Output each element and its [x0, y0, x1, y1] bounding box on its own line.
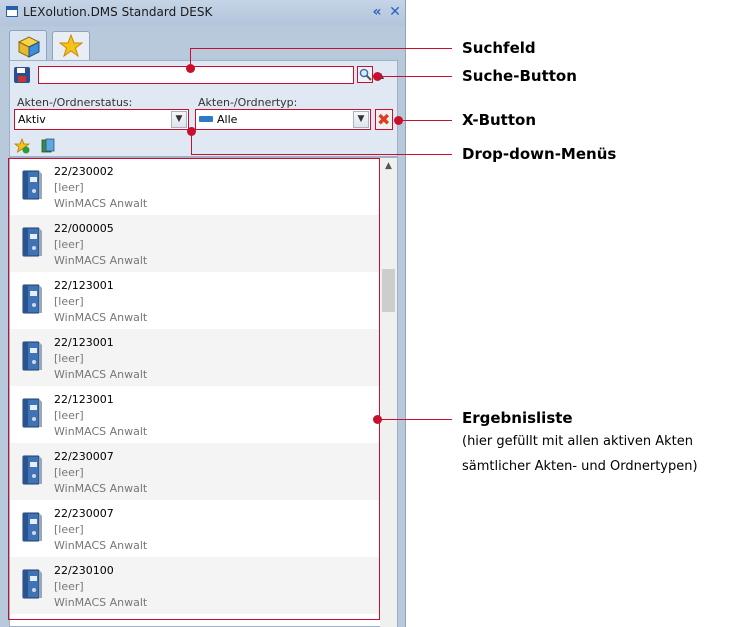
- file-description: [leer]: [54, 409, 84, 422]
- window-icon: [6, 6, 18, 17]
- annotation-ergebnisliste: Ergebnisliste: [462, 409, 573, 427]
- file-description: [leer]: [54, 580, 84, 593]
- binder-icon: [22, 284, 42, 314]
- binder-icon: [22, 227, 42, 257]
- suche-button-line: [377, 76, 452, 77]
- double-chevron-left-icon[interactable]: «: [369, 4, 385, 20]
- type-label: Akten-/Ordnertyp:: [198, 96, 298, 109]
- file-description: [leer]: [54, 352, 84, 365]
- file-number: 22/230007: [54, 450, 114, 463]
- type-value: Alle: [217, 113, 238, 126]
- status-value: Aktiv: [18, 113, 46, 126]
- ergebnisliste-line: [377, 419, 452, 420]
- list-item[interactable]: 22/230007 [leer] WinMACS Anwalt: [10, 443, 381, 500]
- scroll-up-arrow-icon[interactable]: ▲: [380, 158, 397, 175]
- dms-window: LEXolution.DMS Standard DESK « ✕ ▲ Akten…: [0, 0, 406, 627]
- file-number: 22/123001: [54, 336, 114, 349]
- tab-favorites[interactable]: [52, 31, 90, 60]
- binder-icon: [22, 341, 42, 371]
- chevron-down-icon[interactable]: ▼: [353, 111, 369, 128]
- list-item[interactable]: 22/123001 [leer] WinMACS Anwalt: [10, 386, 381, 443]
- close-icon[interactable]: ✕: [387, 4, 403, 20]
- tab-files[interactable]: [9, 30, 47, 61]
- type-color-icon: [199, 116, 213, 122]
- search-button[interactable]: [357, 66, 373, 83]
- suchfeld-line-h: [190, 48, 452, 49]
- window-title: LEXolution.DMS Standard DESK: [23, 5, 213, 19]
- annotation-note-line2: sämtlicher Akten- und Ordnertypen): [462, 459, 698, 474]
- refresh-files-icon[interactable]: [40, 138, 56, 154]
- save-icon[interactable]: [14, 67, 30, 83]
- file-source: WinMACS Anwalt: [54, 254, 148, 267]
- file-description: [leer]: [54, 523, 84, 536]
- file-description: [leer]: [54, 295, 84, 308]
- binder-icon: [22, 569, 42, 599]
- file-number: 22/230007: [54, 507, 114, 520]
- annotation-suchfeld: Suchfeld: [462, 39, 536, 57]
- binder-icon: [22, 398, 42, 428]
- file-description: [leer]: [54, 238, 84, 251]
- file-source: WinMACS Anwalt: [54, 539, 148, 552]
- title-bar: LEXolution.DMS Standard DESK « ✕: [0, 0, 405, 26]
- dropdown-line-h: [191, 154, 452, 155]
- annotation-x-button: X-Button: [462, 111, 537, 129]
- file-source: WinMACS Anwalt: [54, 482, 148, 495]
- file-number: 22/123001: [54, 279, 114, 292]
- list-item[interactable]: 22/000005 [leer] WinMACS Anwalt: [10, 215, 381, 272]
- file-source: WinMACS Anwalt: [54, 368, 148, 381]
- binder-icon: [22, 512, 42, 542]
- vertical-scrollbar[interactable]: ▲: [380, 158, 397, 627]
- annotation-note-line1: (hier gefüllt mit allen aktiven Akten: [462, 434, 694, 449]
- add-favorite-icon[interactable]: [14, 138, 30, 154]
- file-number: 22/123001: [54, 393, 114, 406]
- star-icon: [59, 34, 83, 58]
- cube-folder-icon: [17, 36, 41, 58]
- list-item[interactable]: 22/230002 [leer] WinMACS Anwalt: [10, 158, 381, 215]
- binder-icon: [22, 455, 42, 485]
- file-number: 22/230002: [54, 165, 114, 178]
- red-x-icon: ✖: [377, 110, 391, 129]
- type-dropdown[interactable]: Alle ▼: [195, 109, 371, 130]
- list-item[interactable]: 22/230007 [leer] WinMACS Anwalt: [10, 500, 381, 557]
- list-item[interactable]: 22/230100 [leer] WinMACS Anwalt: [10, 557, 381, 614]
- search-input[interactable]: [38, 66, 354, 84]
- scroll-thumb[interactable]: [382, 269, 395, 312]
- tab-strip: [0, 26, 405, 61]
- status-dropdown[interactable]: Aktiv ▼: [14, 109, 189, 130]
- annotation-suche-button: Suche-Button: [462, 67, 577, 85]
- binder-icon: [22, 170, 42, 200]
- file-number: 22/000005: [54, 222, 114, 235]
- annotation-dropdown: Drop-down-Menüs: [462, 145, 617, 163]
- x-button-line: [398, 120, 452, 121]
- status-label: Akten-/Ordnerstatus:: [17, 96, 133, 109]
- dropdown-line-v: [191, 131, 192, 154]
- chevron-down-icon[interactable]: ▼: [171, 111, 187, 128]
- list-item[interactable]: 22/123001 [leer] WinMACS Anwalt: [10, 329, 381, 386]
- file-source: WinMACS Anwalt: [54, 197, 148, 210]
- magnifier-icon: [359, 68, 372, 81]
- results-list: 22/230002 [leer] WinMACS Anwalt 22/000005 [l…: [9, 157, 398, 627]
- file-number: 22/230100: [54, 564, 114, 577]
- file-source: WinMACS Anwalt: [54, 596, 148, 609]
- clear-filter-button[interactable]: ✖: [375, 109, 393, 130]
- file-source: WinMACS Anwalt: [54, 425, 148, 438]
- list-item[interactable]: 22/123001 [leer] WinMACS Anwalt: [10, 272, 381, 329]
- suchfeld-line-v: [190, 48, 191, 68]
- file-source: WinMACS Anwalt: [54, 311, 148, 324]
- file-description: [leer]: [54, 181, 84, 194]
- file-description: [leer]: [54, 466, 84, 479]
